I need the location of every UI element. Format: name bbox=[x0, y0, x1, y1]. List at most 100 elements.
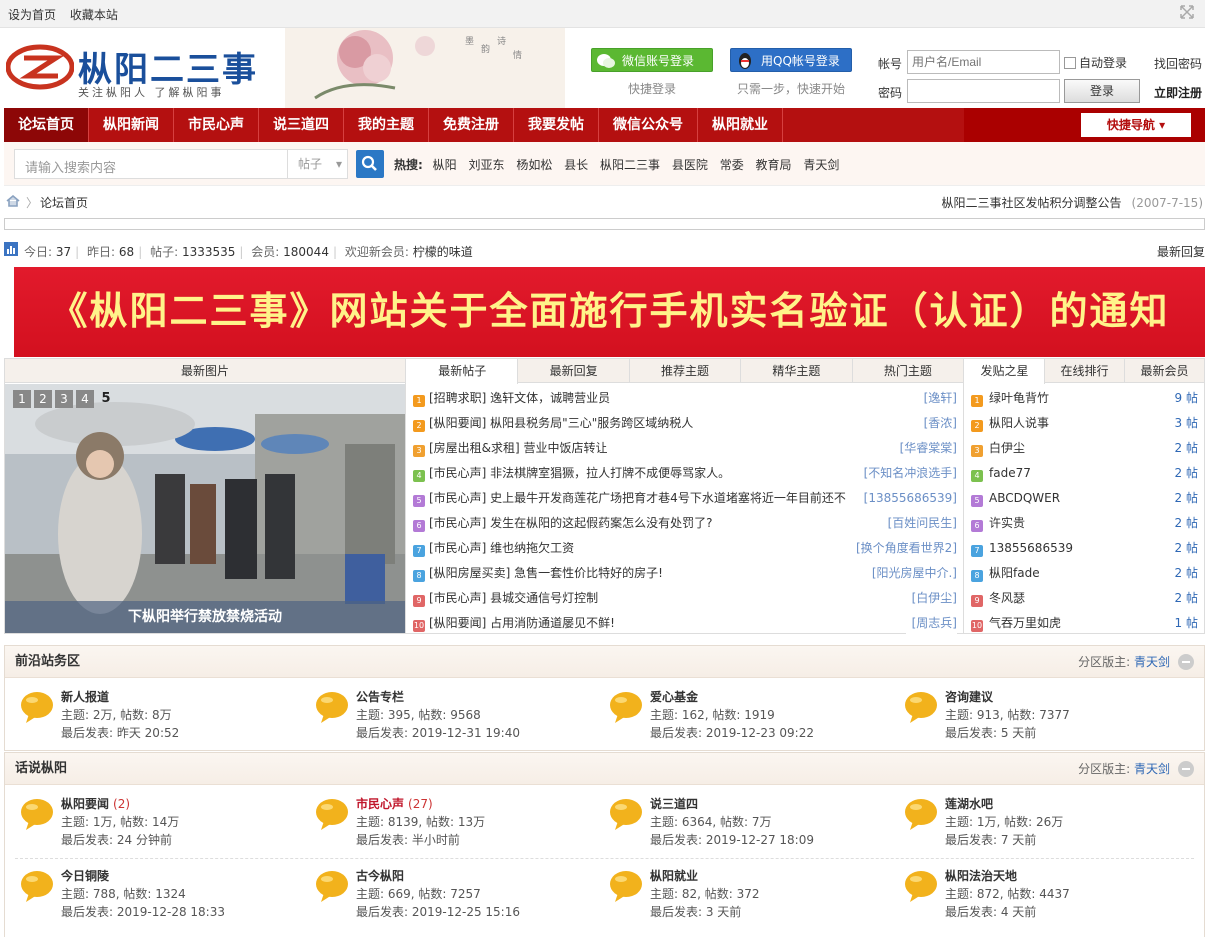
hot-term[interactable]: 枞阳 bbox=[433, 158, 457, 172]
hot-term[interactable]: 青天剑 bbox=[803, 158, 839, 172]
post-author[interactable]: [华睿棠棠] bbox=[893, 436, 957, 461]
forum-name[interactable]: 枞阳就业 bbox=[650, 867, 702, 884]
forum-last-post[interactable]: 最后发表: 2019-12-28 18:33 bbox=[61, 903, 225, 920]
poster-name[interactable]: 白伊尘 bbox=[989, 441, 1025, 455]
forum-name[interactable]: 公告专栏 bbox=[356, 688, 408, 705]
poster-row[interactable]: 9 冬风瑟 2 帖 bbox=[971, 586, 1198, 611]
register-link[interactable]: 立即注册 bbox=[1154, 84, 1202, 101]
nav-item-register[interactable]: 免费注册 bbox=[429, 108, 514, 142]
post-title[interactable]: [枞阳房屋买卖] 急售一套性价比特好的房子! bbox=[429, 566, 663, 580]
post-row[interactable]: 1 [招聘求职] 逸轩文体，诚聘营业员 [逸轩] bbox=[413, 386, 957, 411]
post-title[interactable]: [枞阳要闻] 占用消防通道屡见不鲜! bbox=[429, 616, 615, 630]
poster-row[interactable]: 4 fade77 2 帖 bbox=[971, 461, 1198, 486]
poster-name[interactable]: ABCDQWER bbox=[989, 491, 1060, 505]
nav-item-gossip[interactable]: 说三道四 bbox=[259, 108, 344, 142]
nav-item-my-threads[interactable]: 我的主题 bbox=[344, 108, 429, 142]
login-button[interactable]: 登录 bbox=[1064, 79, 1140, 103]
poster-row[interactable]: 5 ABCDQWER 2 帖 bbox=[971, 486, 1198, 511]
search-button[interactable] bbox=[356, 150, 384, 178]
post-title[interactable]: [枞阳要闻] 枞阳县税务局"三心"服务跨区域纳税人 bbox=[429, 416, 693, 430]
forum-last-post[interactable]: 最后发表: 3 天前 bbox=[650, 903, 741, 920]
slide-page[interactable]: 3 bbox=[55, 390, 73, 408]
bookmark-link[interactable]: 收藏本站 bbox=[70, 8, 118, 22]
forum-last-post[interactable]: 最后发表: 2019-12-25 15:16 bbox=[356, 903, 520, 920]
forum-name[interactable]: 枞阳要闻 (2) bbox=[61, 795, 130, 812]
quick-nav-button[interactable]: 快捷导航 ▾ bbox=[1081, 113, 1191, 137]
forum-name[interactable]: 莲湖水吧 bbox=[945, 795, 997, 812]
fullscreen-icon[interactable] bbox=[1179, 4, 1195, 20]
forum-title[interactable]: 枞阳法治天地 bbox=[945, 869, 1017, 883]
slide-page[interactable]: 2 bbox=[34, 390, 52, 408]
hot-term[interactable]: 教育局 bbox=[756, 158, 792, 172]
forum-last-post[interactable]: 最后发表: 半小时前 bbox=[356, 831, 460, 848]
slideshow-caption[interactable]: 下枞阳举行禁放禁烧活动 bbox=[5, 601, 405, 633]
post-row[interactable]: 8 [枞阳房屋买卖] 急售一套性价比特好的房子! [阳光房屋中介.] bbox=[413, 561, 957, 586]
poster-name[interactable]: 枞阳人说事 bbox=[989, 416, 1049, 430]
hot-term[interactable]: 杨如松 bbox=[516, 158, 552, 172]
moderator-link[interactable]: 青天剑 bbox=[1134, 762, 1170, 776]
nav-item-news[interactable]: 枞阳新闻 bbox=[89, 108, 174, 142]
post-row[interactable]: 2 [枞阳要闻] 枞阳县税务局"三心"服务跨区域纳税人 [香浓] bbox=[413, 411, 957, 436]
nav-item-jobs[interactable]: 枞阳就业 bbox=[698, 108, 783, 142]
post-author[interactable]: [换个角度看世界2] bbox=[850, 536, 957, 561]
forum-title[interactable]: 莲湖水吧 bbox=[945, 797, 993, 811]
post-row[interactable]: 5 [市民心声] 史上最牛开发商莲花广场把育才巷4号下水道堵塞将近一年目前还不 [1… bbox=[413, 486, 957, 511]
post-row[interactable]: 7 [市民心声] 维也纳拖欠工资 [换个角度看世界2] bbox=[413, 536, 957, 561]
hot-term[interactable]: 常委 bbox=[720, 158, 744, 172]
post-title[interactable]: [市民心声] 非法棋牌室猖獗，拉人打牌不成便辱骂家人。 bbox=[429, 466, 730, 480]
forum-name[interactable]: 市民心声 (27) bbox=[356, 795, 433, 812]
forum-title[interactable]: 新人报道 bbox=[61, 690, 109, 704]
slide-page[interactable]: 4 bbox=[76, 390, 94, 408]
poster-row[interactable]: 10 气吞万里如虎 1 帖 bbox=[971, 611, 1198, 636]
post-author[interactable]: [香浓] bbox=[917, 411, 957, 436]
post-author[interactable]: [白伊尘] bbox=[905, 586, 957, 611]
tab-top-posters[interactable]: 发贴之星 bbox=[965, 359, 1045, 384]
forum-name[interactable]: 爱心基金 bbox=[650, 688, 702, 705]
forum-title[interactable]: 市民心声 bbox=[356, 797, 404, 811]
password-input[interactable] bbox=[907, 79, 1060, 103]
slideshow-photo[interactable]: 1 2 3 4 5 下枞阳举行禁放禁烧活动 bbox=[5, 384, 405, 633]
post-author[interactable]: [周志兵] bbox=[905, 611, 957, 636]
forum-last-post[interactable]: 最后发表: 2019-12-23 09:22 bbox=[650, 724, 814, 741]
forum-last-post[interactable]: 最后发表: 2019-12-31 19:40 bbox=[356, 724, 520, 741]
hot-term[interactable]: 枞阳二三事 bbox=[600, 158, 660, 172]
breadcrumb-home[interactable]: 论坛首页 bbox=[40, 194, 88, 211]
tab-new-members[interactable]: 最新会员 bbox=[1125, 359, 1204, 382]
forum-title[interactable]: 爱心基金 bbox=[650, 690, 698, 704]
wechat-login-button[interactable]: 微信账号登录 bbox=[591, 48, 713, 72]
post-row[interactable]: 9 [市民心声] 县城交通信号灯控制 [白伊尘] bbox=[413, 586, 957, 611]
poster-name[interactable]: fade77 bbox=[989, 466, 1031, 480]
post-title[interactable]: [市民心声] 发生在枞阳的这起假药案怎么没有处罚了? bbox=[429, 516, 713, 530]
poster-row[interactable]: 6 许实贵 2 帖 bbox=[971, 511, 1198, 536]
hot-term[interactable]: 县长 bbox=[564, 158, 588, 172]
auto-login-checkbox[interactable]: 自动登录 bbox=[1064, 54, 1127, 71]
post-author[interactable]: [百姓问民生] bbox=[881, 511, 957, 536]
site-logo[interactable]: 枞阳二三事 关注枞阳人 了解枞阳事 bbox=[6, 40, 276, 100]
post-author[interactable]: [逸轩] bbox=[917, 386, 957, 411]
post-title[interactable]: [房屋出租&求租] 营业中饭店转让 bbox=[429, 441, 608, 455]
account-input[interactable] bbox=[907, 50, 1060, 74]
forum-name[interactable]: 枞阳法治天地 bbox=[945, 867, 1021, 884]
forum-last-post[interactable]: 最后发表: 2019-12-27 18:09 bbox=[650, 831, 814, 848]
forum-title[interactable]: 枞阳要闻 bbox=[61, 797, 109, 811]
post-title[interactable]: [市民心声] 县城交通信号灯控制 bbox=[429, 591, 598, 605]
poster-row[interactable]: 2 枞阳人说事 3 帖 bbox=[971, 411, 1198, 436]
tab-hot[interactable]: 热门主题 bbox=[853, 359, 963, 382]
latest-replies-link[interactable]: 最新回复 bbox=[1157, 243, 1205, 260]
nav-item-forum-home[interactable]: 论坛首页 bbox=[4, 108, 89, 142]
forum-title[interactable]: 咨询建议 bbox=[945, 690, 993, 704]
post-author[interactable]: [不知名冲浪选手] bbox=[857, 461, 957, 486]
post-title[interactable]: [招聘求职] 逸轩文体，诚聘营业员 bbox=[429, 391, 610, 405]
poster-row[interactable]: 7 13855686539 2 帖 bbox=[971, 536, 1198, 561]
poster-row[interactable]: 3 白伊尘 2 帖 bbox=[971, 436, 1198, 461]
tab-online-ranking[interactable]: 在线排行 bbox=[1045, 359, 1125, 382]
poster-name[interactable]: 枞阳fade bbox=[989, 566, 1040, 580]
forum-name[interactable]: 今日铜陵 bbox=[61, 867, 113, 884]
slide-page[interactable]: 1 bbox=[13, 390, 31, 408]
collapse-icon[interactable] bbox=[1178, 761, 1194, 777]
post-row[interactable]: 6 [市民心声] 发生在枞阳的这起假药案怎么没有处罚了? [百姓问民生] bbox=[413, 511, 957, 536]
poster-name[interactable]: 许实贵 bbox=[989, 516, 1025, 530]
forum-name[interactable]: 咨询建议 bbox=[945, 688, 997, 705]
qq-login-button[interactable]: 用QQ帐号登录 bbox=[730, 48, 852, 72]
collapse-icon[interactable] bbox=[1178, 654, 1194, 670]
